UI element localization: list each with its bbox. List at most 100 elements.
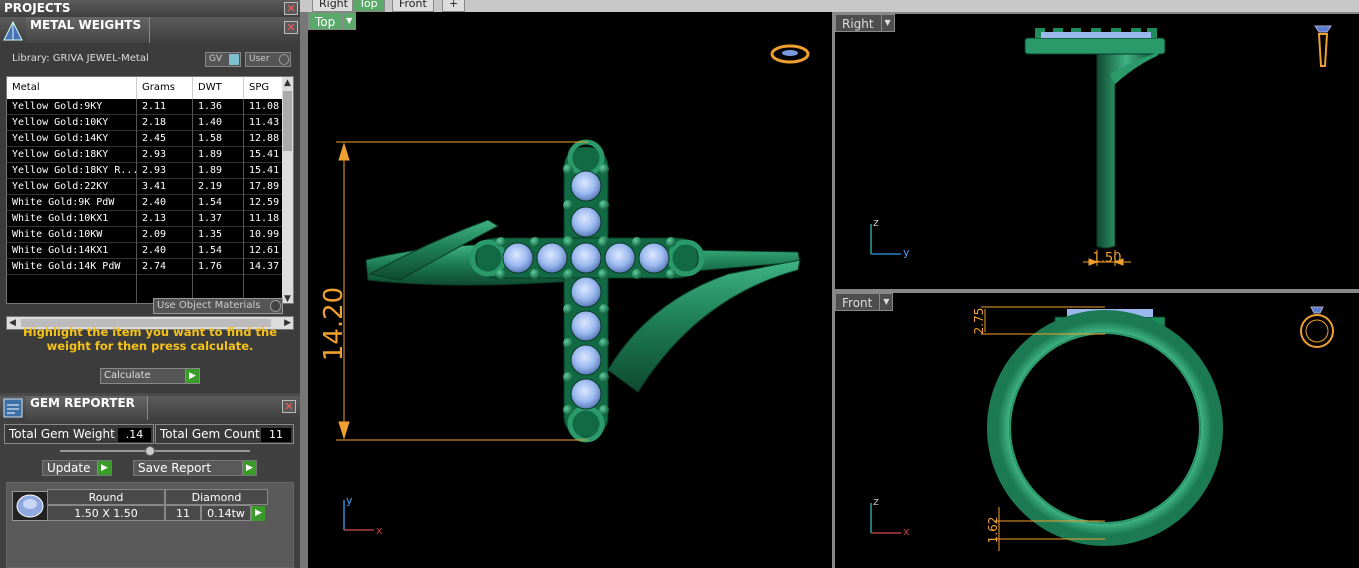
table-cell: 2.40 xyxy=(142,245,167,256)
table-cell: 2.18 xyxy=(142,117,167,128)
table-row[interactable]: Yellow Gold:18KY 2.93 1.89 15.41 xyxy=(7,147,283,163)
use-object-materials-indicator xyxy=(270,300,281,312)
tab-right[interactable]: Right xyxy=(312,0,355,12)
gem xyxy=(570,378,602,410)
calculate-button[interactable]: Calculate ▶ xyxy=(100,368,200,384)
viewport-front-label[interactable]: Front ▼ xyxy=(835,293,894,311)
metal-table: Metal Grams DWT SPG Yellow Gold:9KY 2.11 1… xyxy=(6,76,294,304)
save-report-button[interactable]: Save Report ▶ xyxy=(133,460,257,476)
ring-profile-icon xyxy=(1300,306,1334,348)
gem-count: 11 xyxy=(165,505,201,521)
chevron-down-icon[interactable]: ▼ xyxy=(880,15,894,31)
table-cell: 15.41 xyxy=(249,165,280,176)
table-cell: Yellow Gold:14KY xyxy=(12,133,109,144)
chevron-down-icon[interactable]: ▼ xyxy=(879,294,892,310)
height-dimension xyxy=(336,141,588,441)
close-metal-weights-button[interactable]: ✕ xyxy=(284,21,298,34)
gem-go-button[interactable]: ▶ xyxy=(251,506,265,521)
table-cell: 2.09 xyxy=(142,229,167,240)
table-row[interactable]: White Gold:10KW 2.09 1.35 10.99 xyxy=(7,227,283,243)
table-cell: 2.74 xyxy=(142,261,167,272)
table-row[interactable]: Yellow Gold:22KY 3.41 2.19 17.89 xyxy=(7,179,283,195)
gem xyxy=(570,310,602,342)
total-gem-count-field: Total Gem Count 11 xyxy=(155,424,294,444)
tab-top[interactable]: Top xyxy=(352,0,385,12)
metal-bead xyxy=(599,338,609,348)
metal-bead xyxy=(632,269,642,279)
update-button[interactable]: Update ▶ xyxy=(42,460,112,476)
metal-bead xyxy=(599,200,609,210)
gem-slider-track[interactable] xyxy=(60,450,250,452)
metal-bead xyxy=(564,269,574,279)
metal-weights-icon xyxy=(3,20,23,41)
table-cell: 1.89 xyxy=(198,165,223,176)
col-spg[interactable]: SPG xyxy=(244,77,284,99)
total-gem-count-value: 11 xyxy=(261,428,291,442)
scroll-up-icon[interactable]: ▲ xyxy=(284,78,291,88)
total-gem-weight-label: Total Gem Weight xyxy=(9,427,115,441)
setting-height-label: 2.75 xyxy=(972,308,986,335)
gem-slider-handle[interactable] xyxy=(145,446,155,456)
table-row[interactable]: White Gold:14K PdW 2.74 1.76 14.37 xyxy=(7,259,283,275)
metal-bead xyxy=(530,269,540,279)
use-object-materials-toggle[interactable]: Use Object Materials xyxy=(153,298,283,314)
gem-size: 1.50 X 1.50 xyxy=(47,505,165,521)
table-row[interactable]: White Gold:10KX1 2.13 1.37 11.18 xyxy=(7,211,283,227)
col-metal[interactable]: Metal xyxy=(7,77,137,99)
update-label: Update xyxy=(47,461,91,475)
viewport-top[interactable]: 14.20 y x Top ▼ xyxy=(308,12,832,568)
metal-table-vscroll[interactable]: ▲ ▼ xyxy=(282,77,293,303)
top-view-canvas[interactable]: 14.20 y x xyxy=(308,12,832,568)
table-cell: White Gold:10KW xyxy=(12,229,103,240)
col-dwt[interactable]: DWT xyxy=(193,77,244,99)
metal-bead xyxy=(598,269,608,279)
viewport-top-label[interactable]: Top ▼ xyxy=(308,12,357,30)
vscroll-thumb[interactable] xyxy=(283,91,292,151)
viewport-front[interactable]: 2.75 1.62 z x Front ▼ xyxy=(835,293,1359,568)
metal-bead xyxy=(563,405,573,415)
table-cell: Yellow Gold:22KY xyxy=(12,181,109,192)
ring-inner-edge xyxy=(1009,332,1201,524)
table-cell: 11.18 xyxy=(249,213,280,224)
tab-front[interactable]: Front xyxy=(392,0,434,12)
right-view-canvas[interactable]: 1.50 z y xyxy=(835,14,1359,289)
metal-weights-body: Library: GRIVA JEWEL-Metal GV User Metal… xyxy=(0,43,300,393)
scroll-down-icon[interactable]: ▼ xyxy=(284,294,291,303)
viewport-right[interactable]: 1.50 z y Right ▼ xyxy=(835,14,1359,289)
table-row[interactable]: White Gold:14KX1 2.40 1.54 12.61 xyxy=(7,243,283,259)
front-view-canvas[interactable]: 2.75 1.62 z x xyxy=(835,293,1359,568)
gem xyxy=(570,276,602,308)
add-tab-button[interactable]: + xyxy=(442,0,466,12)
table-row[interactable]: Yellow Gold:18KY R... 2.93 1.89 15.41 xyxy=(7,163,283,179)
user-toggle[interactable]: User xyxy=(245,52,291,67)
table-cell: Yellow Gold:18KY xyxy=(12,149,109,160)
calculate-label: Calculate xyxy=(104,370,151,381)
close-gem-reporter-button[interactable]: ✕ xyxy=(282,400,296,413)
table-row[interactable]: White Gold:9K PdW 2.40 1.54 12.59 xyxy=(7,195,283,211)
metal-bead xyxy=(599,372,609,382)
table-cell: 12.59 xyxy=(249,197,280,208)
viewport-right-label[interactable]: Right ▼ xyxy=(835,14,895,32)
table-cell: 2.11 xyxy=(142,101,167,112)
viewport-tabstrip: Right Top Front + xyxy=(300,0,1359,12)
metal-bead xyxy=(496,269,506,279)
metal-weights-title: METAL WEIGHTS xyxy=(30,18,142,32)
table-row[interactable]: Yellow Gold:9KY 2.11 1.36 11.08 xyxy=(7,99,283,115)
close-projects-button[interactable]: ✕ xyxy=(284,2,298,15)
table-row[interactable]: Yellow Gold:14KY 2.45 1.58 12.88 xyxy=(7,131,283,147)
gv-toggle[interactable]: GV xyxy=(205,52,241,67)
gv-label: GV xyxy=(209,54,223,64)
metal-bead xyxy=(563,304,573,314)
gem-reporter-body: Total Gem Weight .14 Total Gem Count 11 … xyxy=(0,420,300,568)
panel-splitter[interactable] xyxy=(300,0,308,568)
table-cell: 1.54 xyxy=(198,197,223,208)
round-gem-icon[interactable] xyxy=(12,491,48,521)
gem xyxy=(604,242,636,274)
chevron-down-icon[interactable]: ▼ xyxy=(342,13,355,29)
divider xyxy=(192,99,193,303)
play-icon: ▶ xyxy=(185,369,199,383)
table-row[interactable]: Yellow Gold:10KY 2.18 1.40 11.43 xyxy=(7,115,283,131)
col-grams[interactable]: Grams xyxy=(137,77,193,99)
gem-shape: Round xyxy=(47,489,165,505)
viewport-front-title: Front xyxy=(842,296,873,310)
